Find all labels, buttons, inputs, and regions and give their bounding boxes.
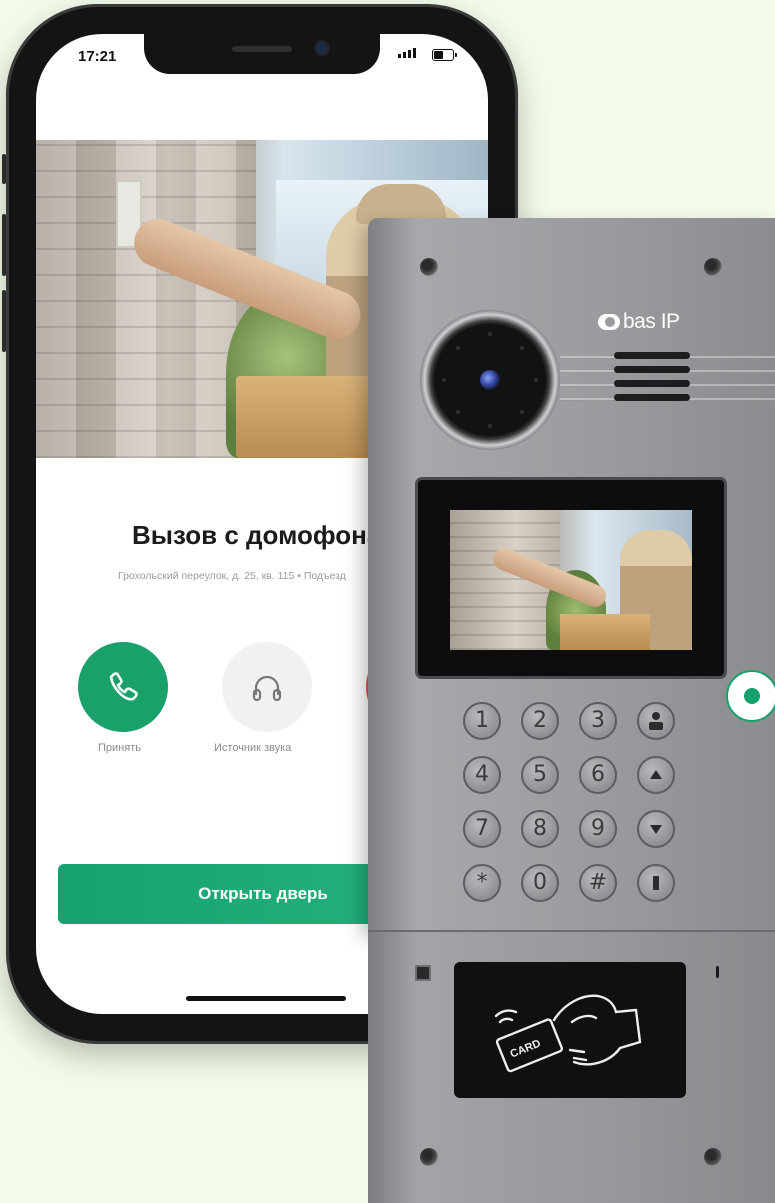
- status-dot: [744, 688, 760, 704]
- key-2[interactable]: 2: [521, 702, 559, 740]
- concierge-icon: [649, 712, 663, 730]
- stone-wall: [36, 140, 256, 458]
- notch: [144, 34, 380, 74]
- status-indicator: [726, 670, 775, 722]
- silent-switch: [2, 154, 6, 184]
- phone-icon: [109, 672, 138, 701]
- arrow-up-icon: [650, 770, 662, 779]
- accept-label: Принять: [98, 742, 141, 754]
- home-indicator: [186, 996, 346, 1001]
- ir-led: [456, 346, 460, 350]
- bas-ip-logo: bas IP: [598, 310, 680, 334]
- ir-led: [442, 378, 446, 382]
- brand-name: bas IP: [623, 310, 680, 333]
- screw: [420, 1148, 438, 1166]
- ir-led: [488, 332, 492, 336]
- concierge-button[interactable]: [637, 702, 675, 740]
- display-video-preview: [450, 510, 692, 650]
- speaker-slot: [614, 366, 690, 373]
- call-title: Вызов с домофона: [132, 520, 382, 550]
- card-hand-icon: CARD: [494, 994, 642, 1073]
- camera-lens: [480, 370, 500, 390]
- screw: [420, 258, 438, 276]
- bas-ip-logo-icon: [598, 314, 620, 330]
- earpiece: [232, 46, 292, 52]
- light-sensor: [415, 965, 431, 981]
- speaker-slot: [614, 352, 690, 359]
- arrow-up-button[interactable]: [637, 756, 675, 794]
- parcel-box: [560, 614, 650, 650]
- intercom-camera: [420, 310, 560, 450]
- speaker-slot: [614, 380, 690, 387]
- headphones-icon: [252, 675, 282, 702]
- front-camera: [316, 42, 328, 54]
- key-icon: [653, 876, 659, 890]
- key-5[interactable]: 5: [521, 756, 559, 794]
- ir-led: [520, 410, 524, 414]
- key-star[interactable]: *: [463, 864, 501, 902]
- key-hash[interactable]: #: [579, 864, 617, 902]
- audio-source-label: Источник звука: [214, 742, 292, 754]
- screw: [704, 258, 722, 276]
- battery-icon: [432, 49, 457, 61]
- call-address: Грохольский переулок, д. 25, кв. 115 • П…: [118, 570, 346, 582]
- accept-call-button[interactable]: [78, 642, 168, 732]
- volume-up-button: [2, 214, 6, 276]
- ir-led: [520, 346, 524, 350]
- microphone-hole: [716, 966, 719, 978]
- signal-icon: [398, 48, 416, 58]
- key-0[interactable]: 0: [521, 864, 559, 902]
- key-1[interactable]: 1: [463, 702, 501, 740]
- ir-led: [534, 378, 538, 382]
- screw: [704, 1148, 722, 1166]
- key-9[interactable]: 9: [579, 810, 617, 848]
- arrow-down-button[interactable]: [637, 810, 675, 848]
- arrow-down-icon: [650, 825, 662, 834]
- card-text: CARD: [508, 1038, 542, 1061]
- volume-down-button: [2, 290, 6, 352]
- key-6[interactable]: 6: [579, 756, 617, 794]
- key-7[interactable]: 7: [463, 810, 501, 848]
- key-8[interactable]: 8: [521, 810, 559, 848]
- key-4[interactable]: 4: [463, 756, 501, 794]
- audio-source-button[interactable]: [222, 642, 312, 732]
- status-time: 17:21: [78, 48, 117, 65]
- key-3[interactable]: 3: [579, 702, 617, 740]
- card-reader[interactable]: CARD: [454, 962, 686, 1098]
- key-button[interactable]: [637, 864, 675, 902]
- speaker-slot: [614, 394, 690, 401]
- ir-led: [488, 424, 492, 428]
- ir-led: [456, 410, 460, 414]
- intercom-display: [418, 480, 724, 676]
